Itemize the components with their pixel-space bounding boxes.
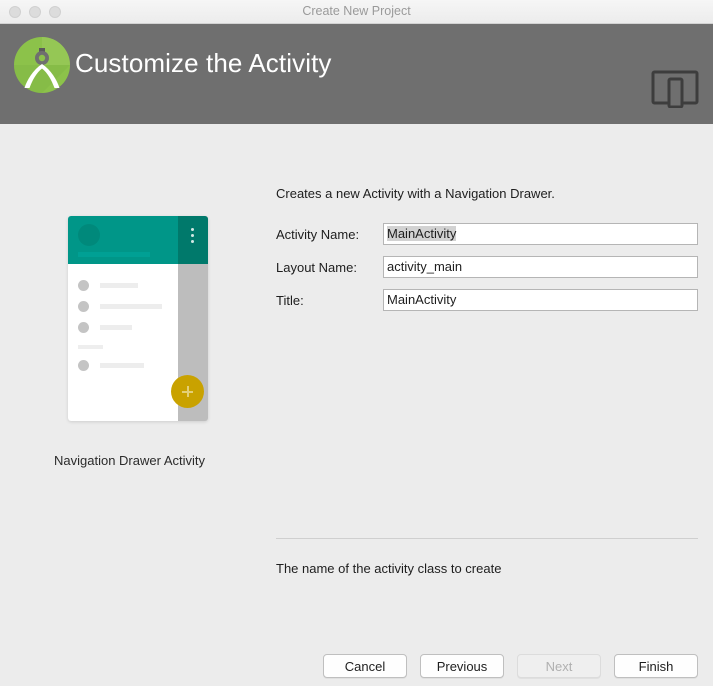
field-row-title: Title: MainActivity <box>276 289 698 311</box>
title-input[interactable]: MainActivity <box>383 289 698 311</box>
list-item <box>68 317 178 338</box>
preview-item-label <box>100 363 144 368</box>
layout-name-value: activity_main <box>387 259 462 274</box>
finish-button[interactable]: Finish <box>614 654 698 678</box>
preview-username-placeholder <box>78 252 150 257</box>
dialog-banner: Customize the Activity <box>0 24 713 124</box>
field-row-layout-name: Layout Name: activity_main <box>276 256 698 278</box>
create-new-project-dialog: Create New Project Customize the Activit… <box>0 0 713 686</box>
banner-heading: Customize the Activity <box>75 48 332 79</box>
preview-item-label <box>100 283 138 288</box>
preview-drawer-header <box>68 216 178 264</box>
form-description: Creates a new Activity with a Navigation… <box>276 186 698 201</box>
window-titlebar: Create New Project <box>0 0 713 24</box>
list-item <box>68 275 178 296</box>
activity-preview: Navigation Drawer Activity <box>54 216 226 468</box>
preview-item-label <box>100 325 132 330</box>
preview-list-divider <box>78 345 103 349</box>
window-title: Create New Project <box>0 0 713 23</box>
preview-item-icon <box>78 280 89 291</box>
android-studio-logo-icon <box>13 36 71 94</box>
activity-name-label: Activity Name: <box>276 227 383 242</box>
field-row-activity-name: Activity Name: MainActivity <box>276 223 698 245</box>
dialog-button-bar: Cancel Previous Next Finish <box>0 646 713 686</box>
navigation-drawer-preview-image <box>68 216 208 421</box>
preview-drawer-panel <box>68 216 178 421</box>
preview-item-icon <box>78 301 89 312</box>
preview-item-icon <box>78 360 89 371</box>
dialog-body: Navigation Drawer Activity Creates a new… <box>0 124 713 686</box>
title-value: MainActivity <box>387 292 456 307</box>
overflow-menu-icon <box>191 228 195 246</box>
preview-drawer-list <box>68 264 178 376</box>
next-button: Next <box>517 654 601 678</box>
help-text: The name of the activity class to create <box>276 561 501 576</box>
preview-caption: Navigation Drawer Activity <box>54 453 226 468</box>
help-separator <box>276 538 698 539</box>
activity-name-input[interactable]: MainActivity <box>383 223 698 245</box>
tablet-phone-device-icon <box>651 68 699 108</box>
layout-name-label: Layout Name: <box>276 260 383 275</box>
layout-name-input[interactable]: activity_main <box>383 256 698 278</box>
list-item <box>68 355 178 376</box>
list-item <box>68 296 178 317</box>
title-label: Title: <box>276 293 383 308</box>
preview-avatar <box>78 224 100 246</box>
preview-item-label <box>100 304 162 309</box>
previous-button[interactable]: Previous <box>420 654 504 678</box>
activity-form: Creates a new Activity with a Navigation… <box>276 186 698 322</box>
activity-name-value: MainActivity <box>387 226 456 241</box>
preview-item-icon <box>78 322 89 333</box>
cancel-button[interactable]: Cancel <box>323 654 407 678</box>
plus-icon <box>171 375 204 408</box>
